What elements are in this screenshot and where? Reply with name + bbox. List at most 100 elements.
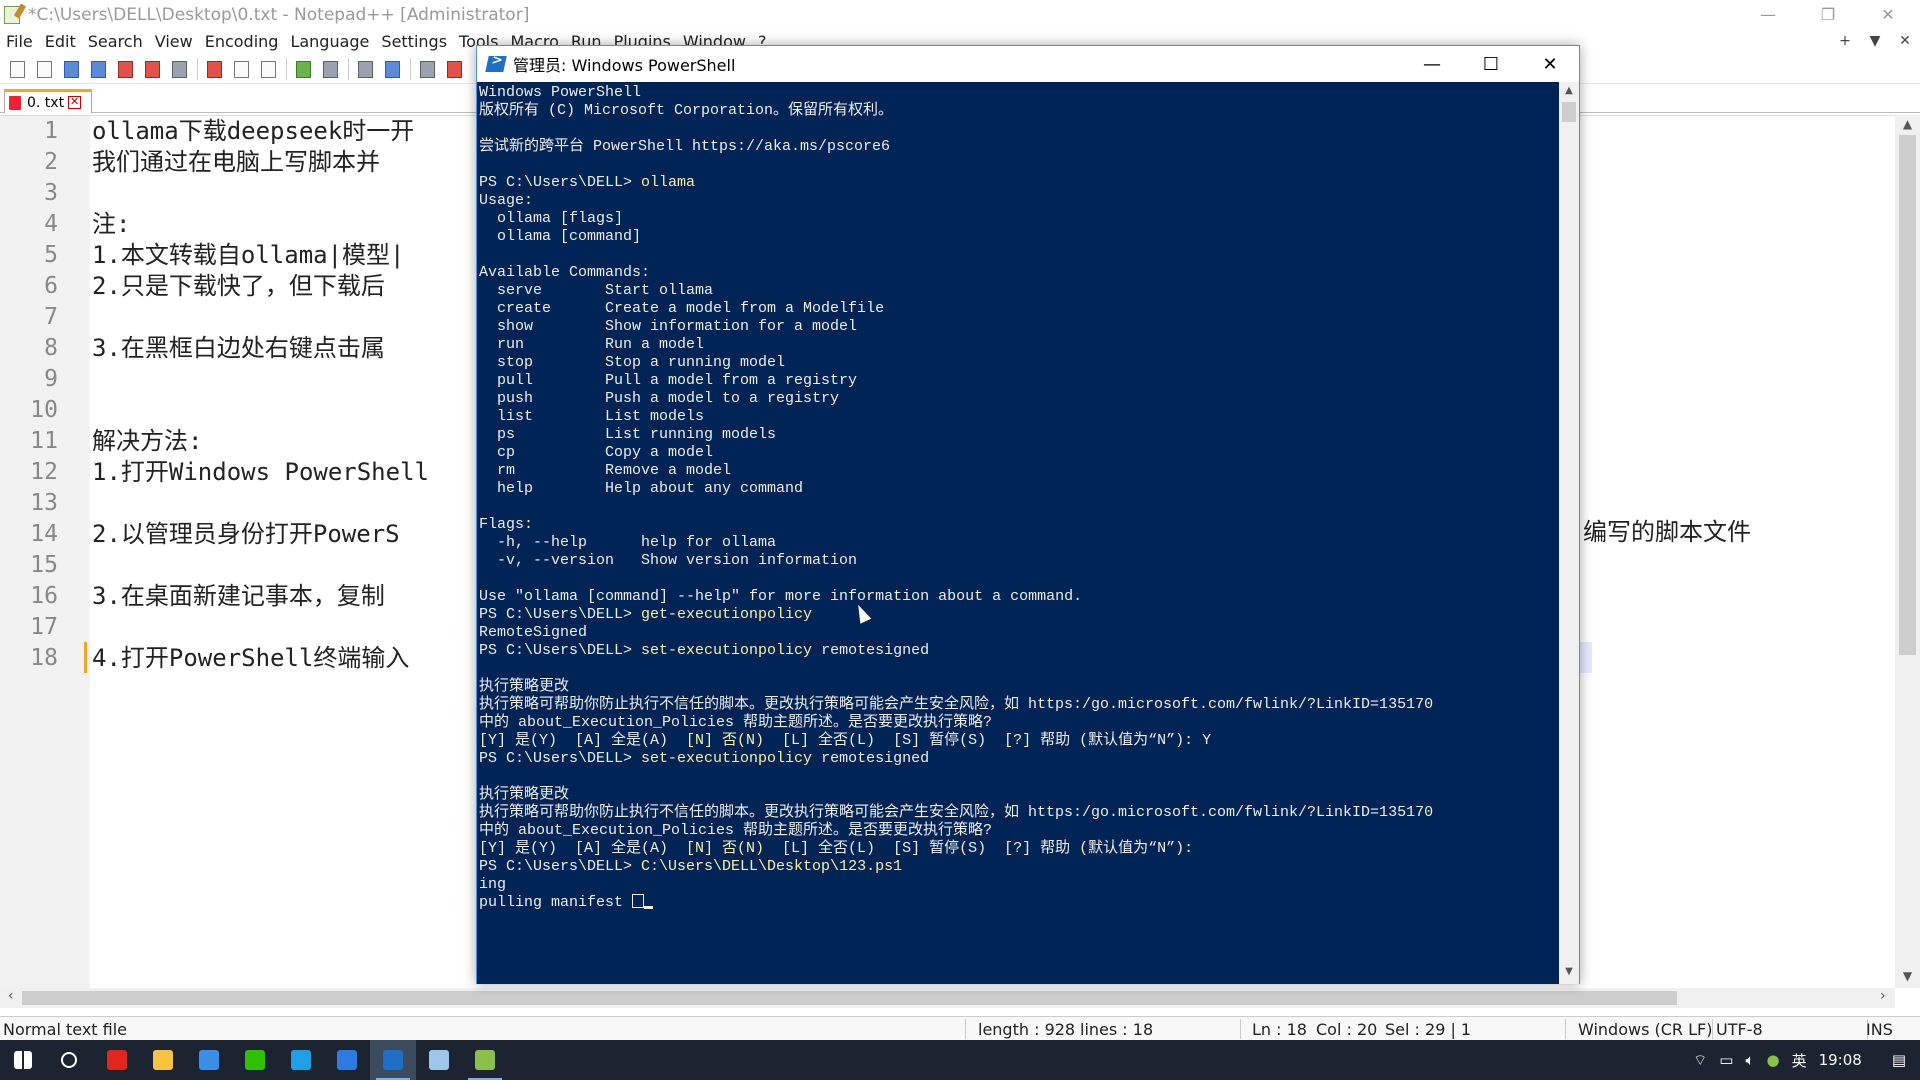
close-all-icon[interactable] — [141, 58, 163, 80]
find-icon[interactable] — [354, 58, 376, 80]
new-file-icon[interactable] — [6, 58, 28, 80]
taskbar-notepad[interactable] — [416, 1040, 462, 1080]
ps-scroll-thumb[interactable] — [1562, 102, 1576, 122]
code-line: ollama下载deepseek时一开 — [92, 117, 415, 145]
ps-scroll-up-icon[interactable]: ▲ — [1559, 85, 1579, 96]
taskbar-photos[interactable] — [324, 1040, 370, 1080]
npp-title-bar[interactable]: *C:\Users\DELL\Desktop\0.txt - Notepad++… — [0, 0, 1920, 29]
network-icon[interactable]: ⌔ — [1693, 1051, 1707, 1070]
tab-close-icon[interactable]: ✕ — [68, 96, 82, 109]
menu-right-button[interactable]: ▼ — [1860, 33, 1890, 49]
menu-item-view[interactable]: View — [149, 32, 199, 51]
vertical-scroll-thumb[interactable] — [1899, 135, 1916, 655]
console-text: ollama [flags] — [479, 210, 624, 227]
taskbar-wechat[interactable] — [232, 1040, 278, 1080]
scroll-down-icon[interactable]: ▼ — [1895, 969, 1920, 983]
zoom-out-icon[interactable] — [443, 58, 465, 80]
status-sel: Sel : 29 | 1 — [1385, 1020, 1472, 1039]
close-file-icon[interactable] — [114, 58, 136, 80]
console-text: 执行策略可帮助你防止执行不信任的脚本。更改执行策略可能会产生安全风险，如 htt… — [479, 696, 1434, 713]
zoom-in-icon[interactable] — [416, 58, 438, 80]
scroll-left-icon[interactable]: ‹ — [8, 988, 14, 1004]
print-icon[interactable] — [168, 58, 190, 80]
menu-item-edit[interactable]: Edit — [39, 32, 82, 51]
console-line: push Push a model to a registry — [479, 390, 839, 408]
taskbar-search[interactable] — [46, 1040, 92, 1080]
console-prompt: PS C:\Users\DELL> — [479, 642, 642, 659]
notifications-icon[interactable]: ▤ — [1892, 1051, 1906, 1069]
taskbar-powershell[interactable] — [370, 1040, 416, 1080]
console-text: 执行策略更改 — [479, 678, 570, 695]
console-line: run Run a model — [479, 336, 704, 354]
powershell-window: 管理员: Windows PowerShell — ☐ ✕ Windows Po… — [476, 45, 1580, 984]
line-number-gutter: 1 2 3 4 5 6 7 8 9 10 11 12 13 14 15 16 17 18 — [0, 116, 90, 989]
console-text: rm Remove a model — [479, 462, 732, 479]
ps-maximize-button[interactable]: ☐ — [1462, 46, 1520, 82]
console-line: RemoteSigned — [479, 624, 587, 642]
wechat-tray-icon[interactable]: ● — [1766, 1051, 1779, 1069]
copy-icon[interactable] — [230, 58, 252, 80]
menu-item-search[interactable]: Search — [82, 32, 149, 51]
line-number: 6 — [44, 273, 58, 299]
console-line: serve Start ollama — [479, 282, 713, 300]
minimize-button[interactable]: — — [1745, 0, 1791, 29]
console-line: 尝试新的跨平台 PowerShell https://aka.ms/pscore… — [479, 138, 890, 156]
toolbar-separator — [197, 57, 198, 80]
scroll-right-icon[interactable]: › — [1880, 988, 1886, 1004]
undo-icon[interactable] — [292, 58, 314, 80]
ps-scroll-down-icon[interactable]: ▼ — [1559, 966, 1579, 977]
line-number: 7 — [44, 304, 58, 330]
menu-item-encoding[interactable]: Encoding — [199, 32, 285, 51]
console-line: rm Remove a model — [479, 462, 731, 480]
volume-icon[interactable]: 🔈︎ — [1745, 1051, 1754, 1069]
status-insert-mode: INS — [1866, 1020, 1893, 1039]
code-line: 我们通过在电脑上写脚本并 — [92, 148, 380, 176]
ps-console[interactable]: Windows PowerShell 版权所有 (C) Microsoft Cor… — [477, 82, 1559, 984]
toolbar-separator — [348, 57, 349, 80]
ime-indicator[interactable]: 英 — [1792, 1050, 1807, 1071]
save-all-icon[interactable] — [87, 58, 109, 80]
restore-button[interactable]: ❐ — [1805, 0, 1851, 29]
menu-item-settings[interactable]: Settings — [375, 32, 453, 51]
clock[interactable]: 19:08 — [1819, 1051, 1862, 1069]
taskbar-file-explorer[interactable] — [140, 1040, 186, 1080]
taskbar-start[interactable] — [0, 1040, 46, 1080]
close-button[interactable]: ✕ — [1865, 0, 1911, 29]
taskbar-remote-desktop[interactable] — [186, 1040, 232, 1080]
ps-minimize-button[interactable]: — — [1403, 46, 1461, 82]
tab-0-txt[interactable]: 0. txt ✕ — [4, 89, 92, 113]
tab-label: 0. txt — [27, 94, 65, 111]
save-icon[interactable] — [60, 58, 82, 80]
taskbar-edge[interactable] — [278, 1040, 324, 1080]
taskbar: ⌔ ▭ 🔈︎ ● 英 19:08 ▤ — [0, 1040, 1920, 1080]
paste-icon[interactable] — [257, 58, 279, 80]
console-line: 中的 about_Execution_Policies 帮助主题所述。是否要更改… — [479, 822, 992, 840]
replace-icon[interactable] — [381, 58, 403, 80]
vertical-scrollbar[interactable]: ▲ ▼ — [1895, 115, 1920, 988]
progress-box-icon — [632, 894, 645, 908]
scroll-up-icon[interactable]: ▲ — [1895, 117, 1920, 131]
horizontal-scroll-thumb[interactable] — [22, 991, 1677, 1005]
taskbar-notepad-plus-plus[interactable] — [462, 1040, 508, 1080]
battery-icon[interactable]: ▭ — [1719, 1051, 1733, 1069]
console-prompt: PS C:\Users\DELL> — [479, 606, 642, 623]
open-file-icon[interactable] — [33, 58, 55, 80]
menu-item-language[interactable]: Language — [284, 32, 375, 51]
menu-right-button[interactable]: ✕ — [1890, 33, 1920, 49]
ps-scrollbar[interactable]: ▲ ▼ — [1559, 82, 1579, 984]
taskbar-acrobat[interactable] — [94, 1040, 140, 1080]
npp-window-title: *C:\Users\DELL\Desktop\0.txt - Notepad++… — [28, 4, 530, 25]
redo-icon[interactable] — [319, 58, 341, 80]
toolbar-separator — [410, 57, 411, 80]
ps-close-button[interactable]: ✕ — [1521, 46, 1579, 82]
menu-item-file[interactable]: File — [0, 32, 39, 51]
line-number: 11 — [30, 428, 58, 454]
console-line: Use "ollama [command] --help" for more i… — [479, 588, 1082, 606]
horizontal-scrollbar[interactable]: ‹ › — [0, 988, 1895, 1008]
console-line: help Help about any command — [479, 480, 803, 498]
notepadpp-icon — [4, 5, 20, 24]
console-command: C:\Users\DELL\Desktop\123.ps1 — [641, 858, 903, 875]
cut-icon[interactable] — [203, 58, 225, 80]
console-line: PS C:\Users\DELL> get-executionpolicy — [479, 606, 812, 624]
menu-right-button[interactable]: + — [1830, 33, 1860, 49]
